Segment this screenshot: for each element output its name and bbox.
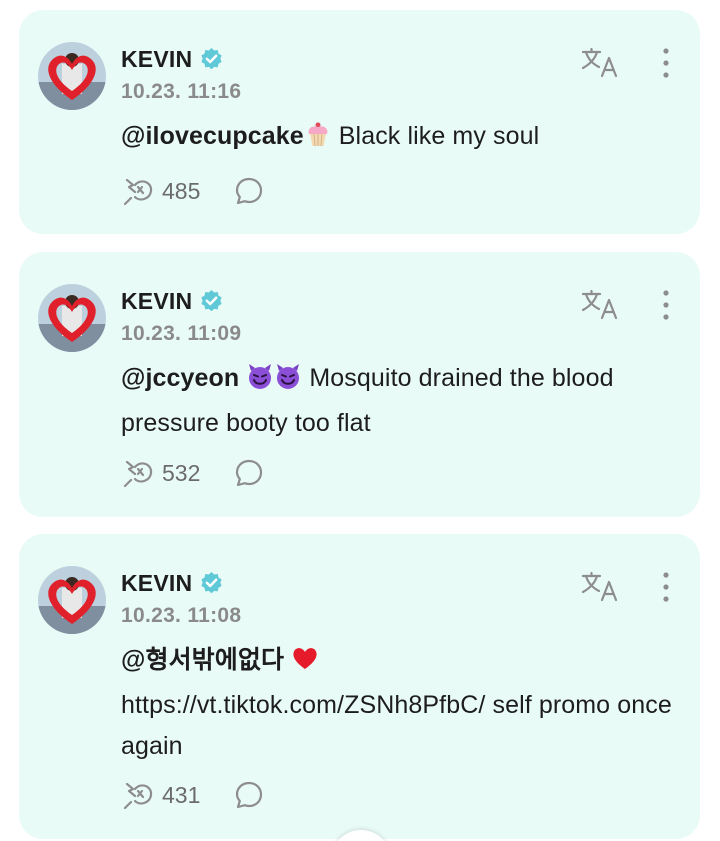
repost-icon[interactable] — [121, 780, 155, 810]
cupcake-emoji-icon — [304, 120, 332, 161]
mention-link[interactable]: @형서밖에없다 — [121, 646, 284, 674]
avatar[interactable] — [38, 566, 106, 634]
repost-count: 485 — [162, 177, 201, 204]
translate-icon[interactable] — [581, 47, 619, 79]
post-body: Black like my soul — [331, 122, 540, 150]
smiling-devil-emoji-icon — [246, 362, 274, 403]
more-options-icon[interactable] — [659, 288, 673, 322]
post-text: @jccyeon Mosquito drained the blood pres… — [121, 358, 681, 444]
verified-badge-icon — [199, 289, 224, 314]
comment-icon[interactable] — [234, 780, 264, 810]
translate-icon[interactable] — [581, 289, 619, 321]
post-feed: KEVIN 10.23. 11:16 @ilovecupcake Black l… — [0, 0, 720, 841]
author-name[interactable]: KEVIN — [121, 570, 192, 597]
post-actions: 532 — [121, 456, 264, 490]
post-card[interactable]: KEVIN 10.23. 11:08 @형서밖에없다 https://vt.ti… — [19, 534, 700, 839]
verified-badge-icon — [199, 47, 224, 72]
post-timestamp: 10.23. 11:16 — [121, 80, 242, 103]
repost-count: 431 — [162, 781, 201, 808]
more-options-icon[interactable] — [659, 570, 673, 604]
comment-icon[interactable] — [234, 176, 264, 206]
author-name[interactable]: KEVIN — [121, 46, 192, 73]
post-actions: 485 — [121, 174, 264, 208]
mention-link[interactable]: @jccyeon — [121, 364, 239, 392]
author-name[interactable]: KEVIN — [121, 288, 192, 315]
repost-icon[interactable] — [121, 458, 155, 488]
mention-link[interactable]: @ilovecupcake — [121, 122, 304, 150]
avatar[interactable] — [38, 284, 106, 352]
red-heart-emoji-icon — [291, 644, 319, 685]
verified-badge-icon — [199, 571, 224, 596]
post-body: https://vt.tiktok.com/ZSNh8PfbC/ self pr… — [121, 691, 672, 760]
post-card[interactable]: KEVIN 10.23. 11:16 @ilovecupcake Black l… — [19, 10, 700, 234]
post-text: @형서밖에없다 https://vt.tiktok.com/ZSNh8PfbC/… — [121, 640, 681, 767]
post-card[interactable]: KEVIN 10.23. 11:09 @jccyeon Mosquito dra… — [19, 252, 700, 517]
comment-icon[interactable] — [234, 458, 264, 488]
post-timestamp: 10.23. 11:09 — [121, 322, 242, 345]
post-timestamp: 10.23. 11:08 — [121, 604, 242, 627]
more-options-icon[interactable] — [659, 46, 673, 80]
avatar[interactable] — [38, 42, 106, 110]
repost-count: 532 — [162, 459, 201, 486]
repost-icon[interactable] — [121, 176, 155, 206]
smiling-devil-emoji-icon — [274, 362, 302, 403]
translate-icon[interactable] — [581, 571, 619, 603]
post-text: @ilovecupcake Black like my soul — [121, 116, 681, 161]
post-actions: 431 — [121, 778, 264, 812]
